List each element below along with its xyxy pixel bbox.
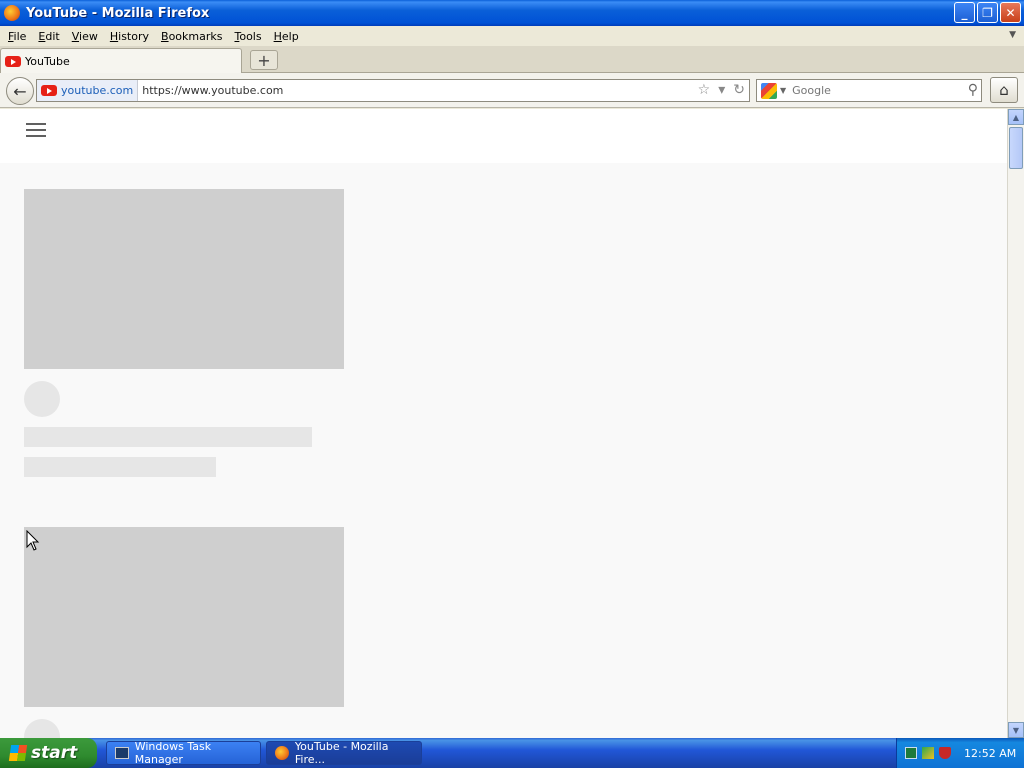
youtube-icon <box>5 55 21 67</box>
taskbar: start Windows Task Manager YouTube - Moz… <box>0 738 1024 768</box>
menu-tools[interactable]: Tools <box>228 30 267 43</box>
menu-bookmarks[interactable]: Bookmarks <box>155 30 228 43</box>
mouse-cursor-icon <box>26 530 40 551</box>
skeleton-thumbnail <box>24 527 344 707</box>
minimize-button[interactable]: _ <box>954 2 975 23</box>
home-button[interactable]: ⌂ <box>990 77 1018 103</box>
taskbar-task-manager[interactable]: Windows Task Manager <box>106 740 261 766</box>
new-tab-button[interactable]: + <box>250 50 278 70</box>
task-manager-icon <box>115 747 129 759</box>
scroll-up-arrow-icon[interactable]: ▲ <box>1008 109 1024 125</box>
hamburger-menu-icon[interactable] <box>26 123 46 137</box>
window-title: YouTube - Mozilla Firefox <box>26 5 210 21</box>
skeleton-title-line <box>24 427 312 447</box>
youtube-header <box>0 109 1007 163</box>
skeleton-avatar <box>24 719 60 738</box>
reload-icon[interactable]: ↻ <box>733 82 745 98</box>
security-shield-icon[interactable] <box>939 747 951 759</box>
network-icon[interactable] <box>922 747 934 759</box>
site-identity-label: youtube.com <box>61 84 134 97</box>
scroll-down-arrow-icon[interactable]: ▼ <box>1008 722 1024 738</box>
chevron-down-icon[interactable]: ▼ <box>1009 30 1016 40</box>
window-titlebar[interactable]: YouTube - Mozilla Firefox _ ❐ ✕ <box>0 0 1024 26</box>
task-label: Windows Task Manager <box>134 740 212 766</box>
menu-help[interactable]: Help <box>268 30 305 43</box>
scrollbar-thumb[interactable] <box>1009 127 1023 169</box>
search-input[interactable] <box>792 84 953 97</box>
tab-youtube[interactable]: YouTube <box>0 48 242 73</box>
taskbar-firefox[interactable]: YouTube - Mozilla Fire... <box>266 740 422 766</box>
vertical-scrollbar[interactable]: ▲ ▼ <box>1007 109 1024 738</box>
menu-view[interactable]: View <box>66 30 104 43</box>
google-icon[interactable] <box>761 82 777 99</box>
start-button[interactable]: start <box>0 738 97 768</box>
system-tray: 12:52 AM <box>896 738 1024 768</box>
menu-history[interactable]: History <box>104 30 155 43</box>
history-dropdown-icon[interactable]: ▾ <box>718 82 725 98</box>
skeleton-avatar <box>24 381 60 417</box>
clock[interactable]: 12:52 AM <box>964 747 1016 760</box>
menu-file[interactable]: File <box>2 30 32 43</box>
restore-button[interactable]: ❐ <box>977 2 998 23</box>
navigation-bar: ← youtube.com https://www.youtube.com ☆ … <box>0 73 1024 108</box>
tab-label: YouTube <box>25 54 70 68</box>
url-text[interactable]: https://www.youtube.com <box>142 84 283 97</box>
start-label: start <box>31 743 78 763</box>
firefox-icon <box>4 5 20 21</box>
search-icon[interactable]: ⚲ <box>968 82 978 98</box>
youtube-icon <box>41 85 57 96</box>
menu-bar: File Edit View History Bookmarks Tools H… <box>0 26 1024 46</box>
back-button[interactable]: ← <box>6 77 34 105</box>
page-viewport <box>0 109 1007 738</box>
tab-strip: YouTube + <box>0 46 1024 73</box>
search-engine-dropdown-icon[interactable]: ▼ <box>780 86 786 95</box>
skeleton-thumbnail <box>24 189 344 369</box>
site-identity-button[interactable]: youtube.com <box>37 80 139 101</box>
close-button[interactable]: ✕ <box>1000 2 1021 23</box>
task-label: YouTube - Mozilla Fire... <box>294 740 389 766</box>
menu-edit[interactable]: Edit <box>32 30 65 43</box>
firefox-icon <box>275 746 289 760</box>
back-arrow-icon: ← <box>13 81 27 101</box>
skeleton-meta-line <box>24 457 216 477</box>
url-bar[interactable]: youtube.com https://www.youtube.com ☆ ▾ … <box>36 79 750 102</box>
home-icon: ⌂ <box>999 81 1009 99</box>
search-bar[interactable]: ▼ ⚲ <box>756 79 982 102</box>
bookmark-star-icon[interactable]: ☆ <box>698 82 711 98</box>
tray-app-icon[interactable] <box>905 747 917 759</box>
windows-logo-icon <box>8 745 28 761</box>
